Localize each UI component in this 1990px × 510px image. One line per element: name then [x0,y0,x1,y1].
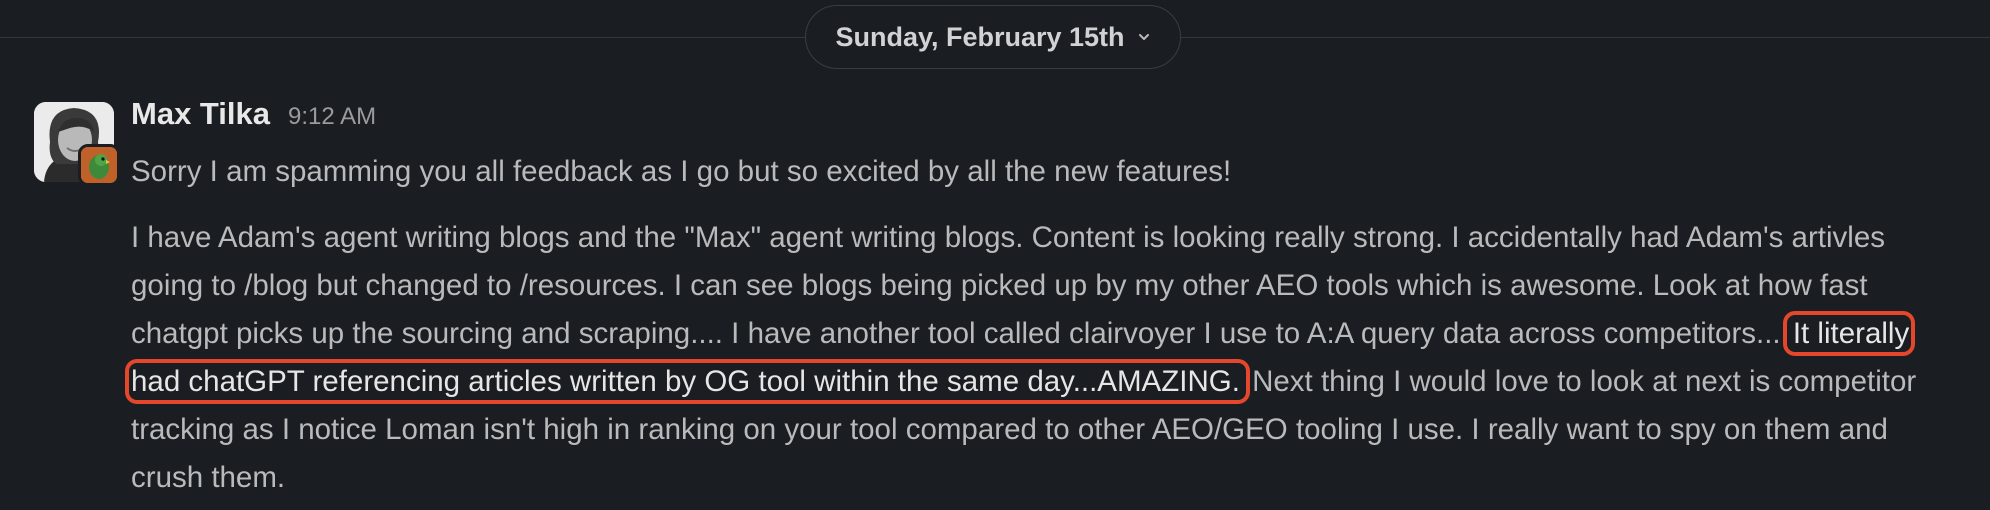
date-divider-label: Sunday, February 15th [835,21,1125,52]
author-name[interactable]: Max Tilka [131,96,270,132]
chevron-down-icon [1138,34,1149,40]
message-timestamp[interactable]: 9:12 AM [288,103,376,131]
date-divider-button[interactable]: Sunday, February 15th [805,5,1181,69]
message-paragraph: I have Adam's agent writing blogs and th… [124,214,1951,502]
paragraph-text-before: I have Adam's agent writing blogs and th… [131,221,1885,350]
parrot-badge-icon [78,144,120,186]
message-header: Max Tilka 9:12 AM [131,96,376,132]
message-body: Sorry I am spamming you all feedback as … [124,148,1951,502]
message-first-line: Sorry I am spamming you all feedback as … [131,155,1232,188]
